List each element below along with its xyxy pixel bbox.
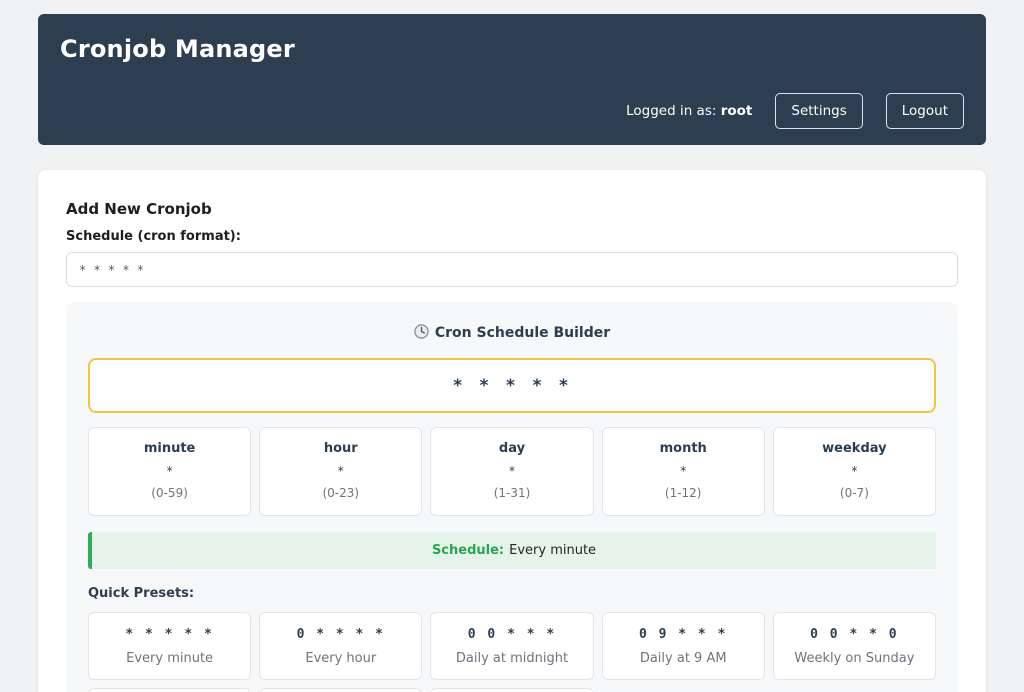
field-label: hour (268, 441, 413, 456)
settings-button[interactable]: Settings (775, 93, 862, 129)
field-range: (0-23) (268, 486, 413, 500)
field-value: * (611, 464, 756, 478)
field-range: (1-31) (439, 486, 584, 500)
cron-fields-grid: minute * (0-59) hour * (0-23) day * (1-3… (88, 427, 936, 516)
builder-title: Cron Schedule Builder (88, 324, 936, 341)
field-value: * (97, 464, 242, 478)
preset-monthly-first[interactable]: 0 0 1 * * (88, 688, 251, 692)
cron-field-day[interactable]: day * (1-31) (430, 427, 593, 516)
card-title: Add New Cronjob (66, 200, 958, 218)
preset-every-15-minutes[interactable]: */15 * * * * (430, 688, 593, 692)
app-title: Cronjob Manager (60, 35, 964, 63)
username: root (721, 103, 753, 119)
schedule-description-banner: Schedule: Every minute (88, 532, 936, 569)
builder-title-text: Cron Schedule Builder (435, 325, 610, 341)
schedule-label: Schedule (cron format): (66, 229, 958, 244)
cron-field-weekday[interactable]: weekday * (0-7) (773, 427, 936, 516)
schedule-banner-prefix: Schedule: (432, 543, 504, 558)
schedule-banner-text: Every minute (509, 543, 596, 558)
cron-field-hour[interactable]: hour * (0-23) (259, 427, 422, 516)
logged-in-label: Logged in as: (626, 103, 716, 119)
field-label: minute (97, 441, 242, 456)
schedule-input[interactable] (66, 252, 958, 287)
preset-description: Every hour (266, 651, 415, 666)
preset-expression: 0 * * * * (266, 627, 415, 642)
presets-grid: * * * * * Every minute 0 * * * * Every h… (88, 612, 936, 692)
cron-field-minute[interactable]: minute * (0-59) (88, 427, 251, 516)
field-range: (0-59) (97, 486, 242, 500)
preset-weekly-sunday[interactable]: 0 0 * * 0 Weekly on Sunday (773, 612, 936, 680)
cron-field-month[interactable]: month * (1-12) (602, 427, 765, 516)
field-value: * (782, 464, 927, 478)
header-user-row: Logged in as: root Settings Logout (60, 93, 964, 129)
preset-daily-midnight[interactable]: 0 0 * * * Daily at midnight (430, 612, 593, 680)
quick-presets-label: Quick Presets: (88, 586, 936, 601)
field-value: * (439, 464, 584, 478)
field-label: day (439, 441, 584, 456)
cron-builder-panel: Cron Schedule Builder * * * * * minute *… (66, 302, 958, 692)
app-header: Cronjob Manager Logged in as: root Setti… (38, 14, 986, 145)
field-label: month (611, 441, 756, 456)
preset-description: Weekly on Sunday (780, 651, 929, 666)
preset-every-minute[interactable]: * * * * * Every minute (88, 612, 251, 680)
preset-description: Daily at 9 AM (609, 651, 758, 666)
field-label: weekday (782, 441, 927, 456)
preset-description: Daily at midnight (437, 651, 586, 666)
preset-description: Every minute (95, 651, 244, 666)
field-range: (1-12) (611, 486, 756, 500)
preset-expression: * * * * * (95, 627, 244, 642)
clock-icon (414, 324, 429, 339)
logout-button[interactable]: Logout (886, 93, 964, 129)
cron-expression-display[interactable]: * * * * * (88, 358, 936, 413)
field-value: * (268, 464, 413, 478)
logged-in-status: Logged in as: root (626, 103, 752, 119)
add-cronjob-card: Add New Cronjob Schedule (cron format): … (38, 170, 986, 692)
preset-expression: 0 0 * * * (437, 627, 586, 642)
preset-daily-9am[interactable]: 0 9 * * * Daily at 9 AM (602, 612, 765, 680)
preset-expression: 0 9 * * * (609, 627, 758, 642)
preset-expression: 0 0 * * 0 (780, 627, 929, 642)
preset-every-hour[interactable]: 0 * * * * Every hour (259, 612, 422, 680)
preset-every-5-minutes[interactable]: */5 * * * * (259, 688, 422, 692)
field-range: (0-7) (782, 486, 927, 500)
